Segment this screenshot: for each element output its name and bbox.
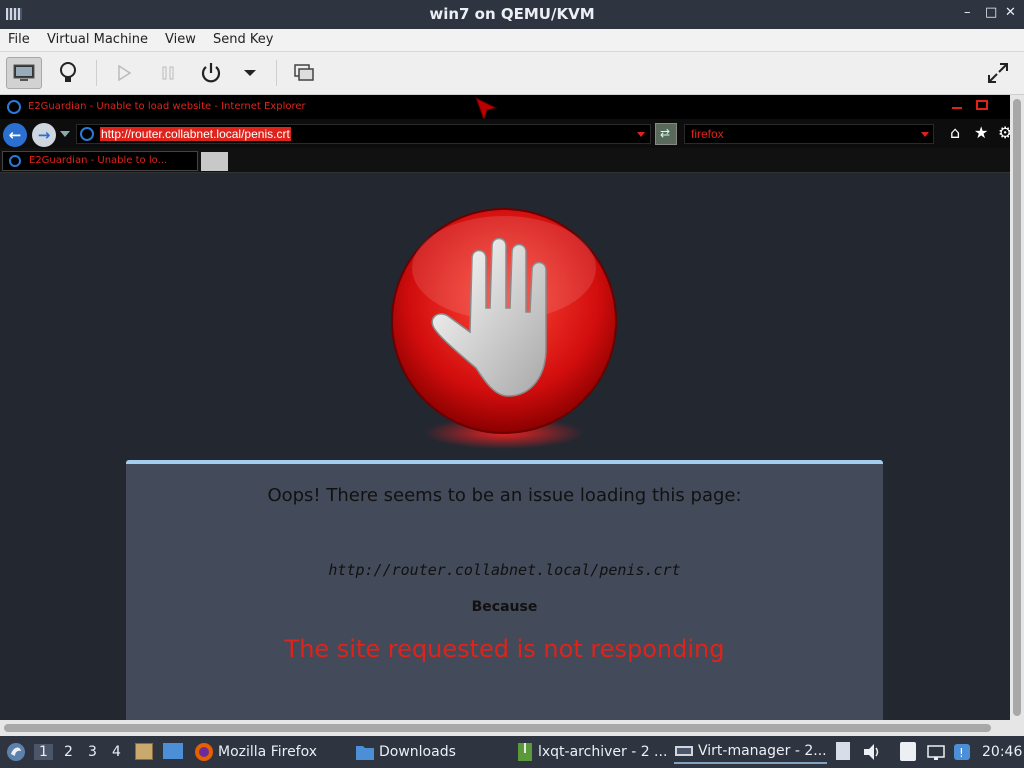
page-icon	[80, 127, 94, 141]
workspace-1[interactable]: 1	[34, 744, 53, 760]
workspace-3[interactable]: 3	[88, 744, 97, 760]
task-virt-manager[interactable]: Virt-manager - 2...	[674, 740, 827, 764]
arrow-left-icon: ←	[8, 126, 22, 144]
lightbulb-icon	[60, 62, 76, 82]
updates-icon[interactable]: !	[952, 742, 972, 762]
ie-tab-strip: E2Guardian - Unable to lo...	[0, 148, 1010, 173]
shutdown-button[interactable]	[193, 57, 229, 89]
vertical-scrollbar[interactable]	[1010, 95, 1024, 720]
start-menu-icon[interactable]	[6, 742, 26, 762]
error-heading: Oops! There seems to be an issue loading…	[267, 485, 742, 506]
run-button[interactable]	[106, 57, 142, 89]
menu-file[interactable]: File	[8, 32, 30, 47]
forward-button[interactable]: →	[32, 123, 56, 147]
task-firefox[interactable]: Mozilla Firefox	[194, 740, 317, 764]
back-button[interactable]: ←	[3, 123, 27, 147]
monitor-icon	[13, 64, 35, 81]
task-downloads[interactable]: Downloads	[355, 740, 456, 764]
new-tab-button[interactable]	[201, 152, 228, 171]
maximize-button[interactable]: □	[985, 5, 997, 20]
chevron-down-icon	[244, 70, 256, 76]
history-dropdown-icon[interactable]	[60, 131, 70, 137]
window-titlebar: win7 on QEMU/KVM – □ ✕	[0, 0, 1024, 29]
play-icon	[118, 64, 132, 82]
because-label: Because	[471, 599, 538, 615]
tab-e2guardian[interactable]: E2Guardian - Unable to lo...	[2, 151, 198, 171]
tray-scroll-icon[interactable]	[836, 742, 850, 760]
tab-label: E2Guardian - Unable to lo...	[29, 155, 168, 166]
window-title: win7 on QEMU/KVM	[429, 5, 595, 23]
url-dropdown-icon[interactable]	[637, 132, 645, 137]
task-label: lxqt-archiver - 2 ...	[538, 744, 668, 760]
volume-icon[interactable]	[862, 742, 882, 762]
url-text: http://router.collabnet.local/penis.crt	[100, 127, 291, 141]
ie-titlebar: E2Guardian - Unable to load website - In…	[0, 95, 1010, 122]
toolbar	[0, 52, 1024, 95]
clipboard-icon[interactable]	[900, 742, 916, 761]
menu-bar: File Virtual Machine View Send Key	[0, 29, 1024, 52]
menu-virtual-machine[interactable]: Virtual Machine	[47, 32, 148, 47]
details-view-button[interactable]	[50, 57, 86, 89]
file-manager-launcher-icon[interactable]	[135, 743, 153, 760]
virt-manager-icon	[675, 746, 693, 756]
arrow-right-icon: →	[37, 126, 51, 144]
pause-button[interactable]	[150, 57, 186, 89]
taskbar: 1 2 3 4 Mozilla Firefox Downloads lxqt-a…	[0, 736, 1024, 768]
guest-display[interactable]: E2Guardian - Unable to load website - In…	[0, 95, 1010, 720]
vertical-scroll-thumb[interactable]	[1013, 99, 1021, 716]
svg-text:!: !	[959, 746, 964, 760]
workspace-2[interactable]: 2	[64, 744, 73, 760]
error-reason: The site requested is not responding	[284, 635, 725, 663]
tools-gear-icon[interactable]: ⚙	[998, 123, 1010, 142]
clock: 20:46	[982, 744, 1023, 760]
url-field[interactable]: http://router.collabnet.local/penis.crt	[76, 124, 651, 144]
workspace-4[interactable]: 4	[112, 744, 121, 760]
refresh-icon: ⇄	[660, 126, 671, 140]
archive-icon	[518, 743, 532, 761]
stop-hand-icon	[391, 208, 617, 449]
show-desktop-icon[interactable]	[163, 743, 183, 759]
shutdown-menu-button[interactable]	[232, 57, 268, 89]
compatibility-view-button[interactable]: ⇄	[655, 123, 677, 145]
screens-icon	[294, 64, 314, 81]
error-panel: Oops! There seems to be an issue loading…	[126, 460, 883, 720]
task-label: Downloads	[379, 744, 456, 760]
firefox-icon	[195, 743, 213, 761]
menu-send-key[interactable]: Send Key	[213, 32, 273, 47]
home-icon[interactable]: ⌂	[950, 123, 960, 142]
close-button[interactable]: ✕	[1005, 5, 1016, 20]
ie-address-bar: ← → http://router.collabnet.local/penis.…	[0, 119, 1010, 148]
search-dropdown-icon[interactable]	[921, 132, 929, 137]
fullscreen-button[interactable]	[980, 57, 1016, 89]
horizontal-scrollbar[interactable]	[0, 720, 1024, 736]
menu-view[interactable]: View	[165, 32, 196, 47]
power-icon	[201, 63, 221, 83]
console-view-button[interactable]	[6, 57, 42, 89]
error-url: http://router.collabnet.local/penis.crt	[328, 561, 681, 579]
favorites-star-icon[interactable]: ★	[974, 123, 988, 142]
task-lxqt-archiver[interactable]: lxqt-archiver - 2 ...	[516, 740, 667, 764]
search-field[interactable]: firefox	[684, 124, 934, 144]
ie-minimize-button[interactable]	[952, 107, 962, 109]
minimize-button[interactable]: –	[964, 5, 971, 20]
search-text: firefox	[691, 127, 724, 141]
folder-icon	[356, 746, 374, 760]
ie-window-title: E2Guardian - Unable to load website - In…	[28, 101, 306, 112]
task-label: Mozilla Firefox	[218, 744, 318, 760]
task-label: Virt-manager - 2...	[698, 743, 827, 759]
snapshots-button[interactable]	[286, 57, 322, 89]
pause-icon	[162, 66, 174, 80]
internet-explorer-icon	[7, 100, 21, 114]
ie-restore-button[interactable]	[976, 100, 988, 110]
horizontal-scroll-thumb[interactable]	[4, 724, 991, 732]
tab-page-icon	[9, 155, 21, 167]
network-icon[interactable]	[926, 742, 946, 762]
fullscreen-icon	[988, 63, 1008, 83]
